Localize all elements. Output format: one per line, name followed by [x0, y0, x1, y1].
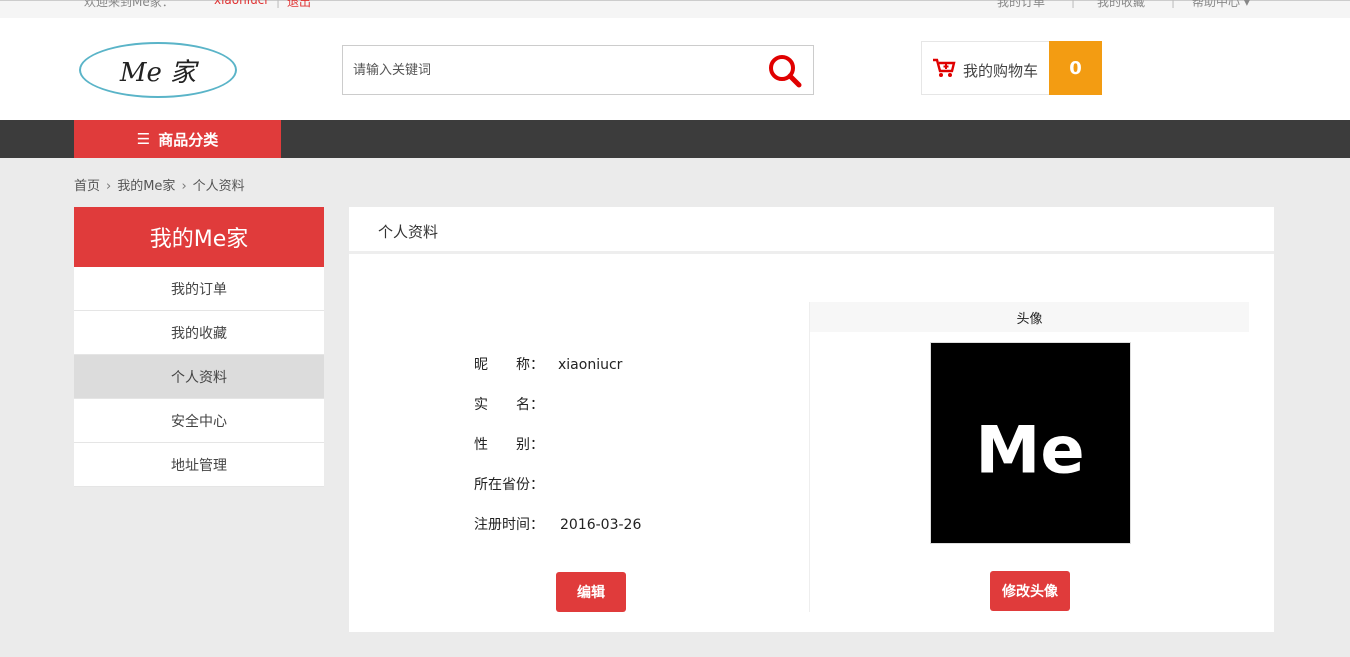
shopping-cart-icon — [933, 58, 956, 77]
breadcrumb-my-me[interactable]: 我的Me家 — [117, 179, 175, 194]
sidebar-item-security[interactable]: 安全中心 — [74, 399, 324, 443]
top-bar: 欢迎来到Me家： xiaoniucr | 退出 我的订单 | 我的收藏 | 帮助… — [0, 0, 1350, 18]
avatar: Me — [930, 342, 1131, 544]
sidebar-item-profile[interactable]: 个人资料 — [74, 355, 324, 399]
breadcrumb: 首页 › 我的Me家 › 个人资料 — [74, 175, 245, 194]
sidebar-item-address[interactable]: 地址管理 — [74, 443, 324, 487]
welcome-text: 欢迎来到Me家： — [84, 0, 174, 9]
field-label: 所在省份： — [474, 477, 544, 493]
cart-label: 我的购物车 — [963, 62, 1039, 80]
divider: | — [1171, 0, 1176, 8]
menu-icon: ☰ — [136, 130, 151, 148]
field-label: 性 别： — [474, 437, 544, 453]
field-label: 注册时间： — [474, 517, 544, 533]
divider: | — [1071, 0, 1076, 8]
avatar-text: Me — [975, 413, 1084, 489]
sidebar-item-favorites[interactable]: 我的收藏 — [74, 311, 324, 355]
field-value: xiaoniucr — [558, 357, 623, 373]
chevron-down-icon: ▾ — [1243, 0, 1250, 9]
category-label: 商品分类 — [158, 130, 219, 149]
field-value: 2016-03-26 — [560, 517, 642, 533]
field-label: 实 名： — [474, 397, 544, 413]
field-gender: 性 别： — [474, 434, 558, 454]
top-link-favorites[interactable]: 我的收藏 — [1097, 0, 1145, 10]
chevron-right-icon: › — [181, 179, 187, 194]
sidebar-title: 我的Me家 — [74, 207, 324, 267]
avatar-image: Me — [975, 413, 1084, 489]
divider: | — [276, 0, 281, 8]
header: Me 家 我的购物车 0 — [0, 18, 1350, 120]
cart-count-badge: 0 — [1049, 41, 1102, 95]
panel-title: 个人资料 — [378, 223, 439, 241]
field-register-time: 注册时间： 2016-03-26 — [474, 514, 641, 534]
top-link-help[interactable]: 帮助中心 ▾ — [1192, 0, 1250, 10]
help-label: 帮助中心 — [1192, 0, 1241, 9]
edit-button[interactable]: 编辑 — [556, 572, 626, 612]
top-link-orders[interactable]: 我的订单 — [997, 0, 1045, 10]
chevron-right-icon: › — [106, 179, 112, 194]
change-avatar-button[interactable]: 修改头像 — [990, 571, 1070, 611]
sidebar-menu: 我的订单 我的收藏 个人资料 安全中心 地址管理 — [74, 267, 324, 487]
field-nickname: 昵 称： xiaoniucr — [474, 354, 622, 374]
logo[interactable]: Me 家 — [79, 42, 237, 98]
field-province: 所在省份： — [474, 474, 558, 494]
main-nav: ☰ 商品分类 — [0, 120, 1350, 158]
field-label: 昵 称： — [474, 357, 544, 373]
breadcrumb-current: 个人资料 — [192, 179, 245, 194]
search-icon[interactable] — [767, 54, 803, 88]
logout-link[interactable]: 退出 — [287, 0, 311, 10]
cart-button[interactable]: 我的购物车 0 — [921, 41, 1102, 95]
search-box — [342, 45, 814, 95]
sidebar-item-orders[interactable]: 我的订单 — [74, 267, 324, 311]
panel-header: 个人资料 — [349, 207, 1274, 254]
avatar-header: 头像 — [810, 302, 1249, 332]
vertical-divider — [809, 302, 810, 612]
logo-text: Me 家 — [119, 57, 197, 88]
username-link[interactable]: xiaoniucr — [214, 0, 269, 7]
category-menu-button[interactable]: ☰ 商品分类 — [74, 120, 281, 158]
breadcrumb-home[interactable]: 首页 — [74, 179, 100, 194]
search-input[interactable] — [353, 60, 753, 80]
field-realname: 实 名： — [474, 394, 558, 414]
profile-panel: 个人资料 昵 称： xiaoniucr 实 名： 性 别： 所在省份： 注册时间：… — [349, 207, 1274, 632]
